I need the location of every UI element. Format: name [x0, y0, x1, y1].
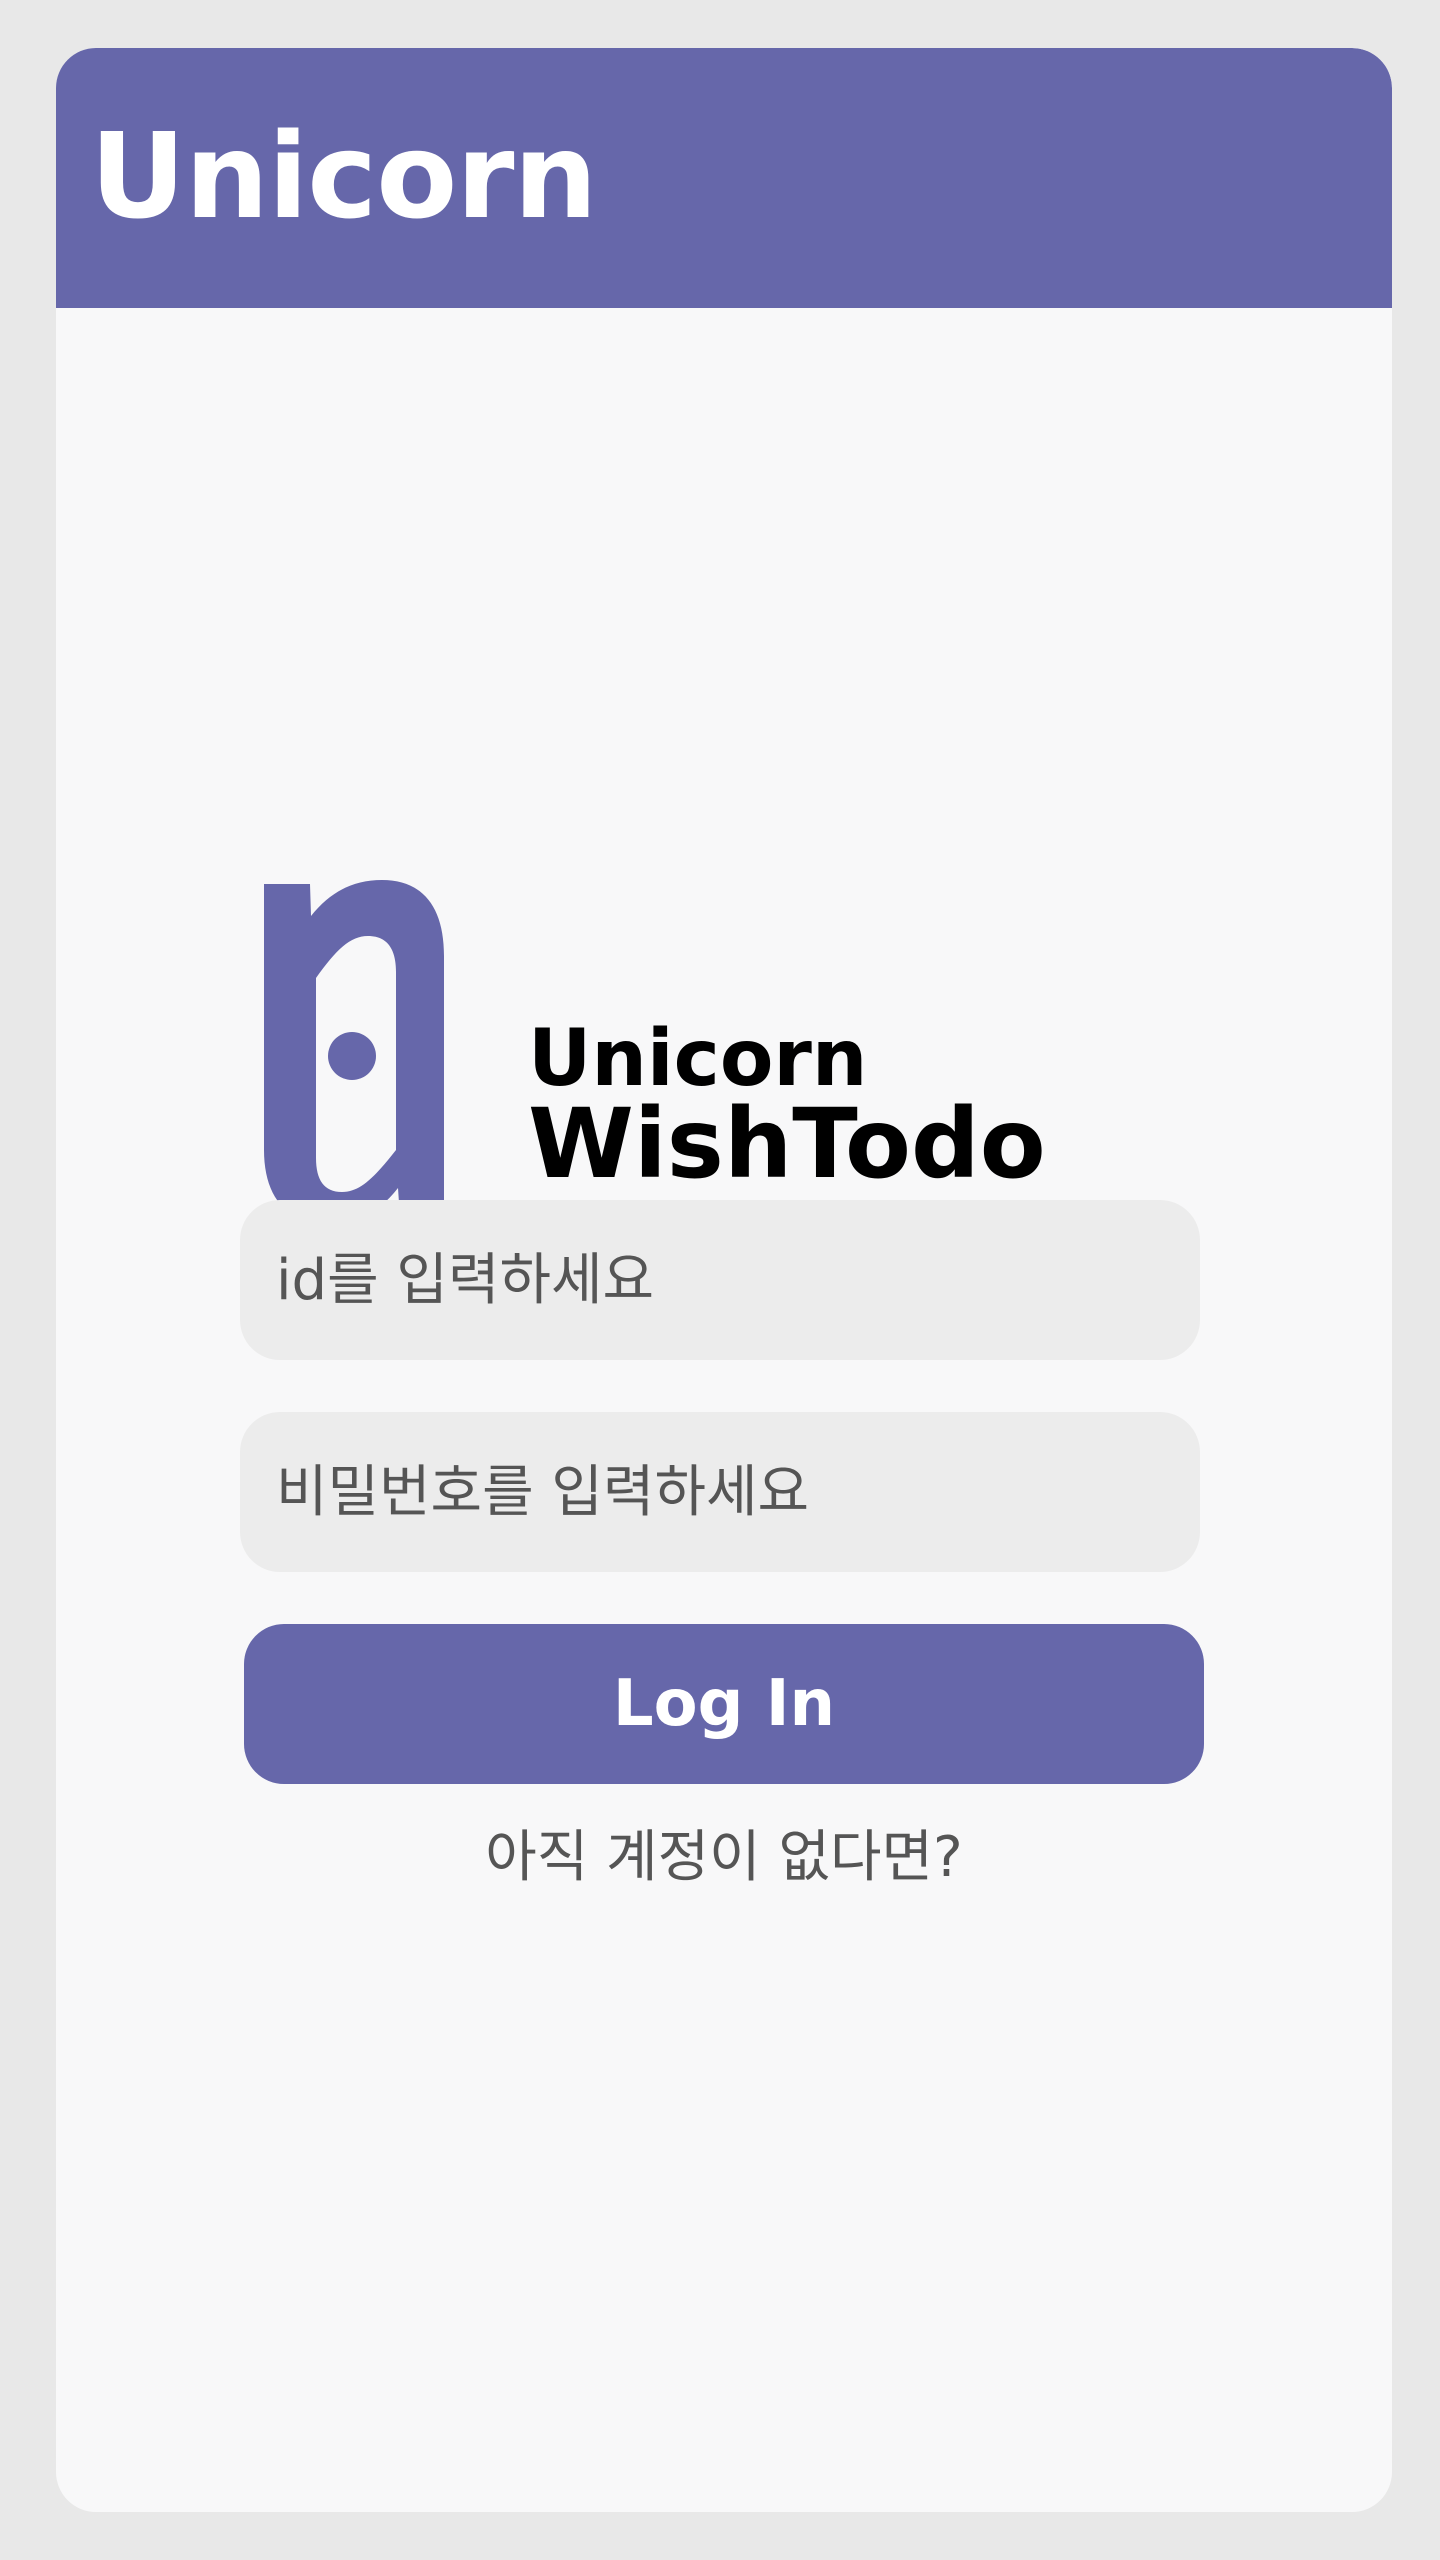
id-field-container: [240, 1200, 1200, 1360]
login-button[interactable]: Log In: [244, 1624, 1204, 1784]
app-header: Unicorn: [56, 48, 1392, 308]
id-input[interactable]: [274, 1246, 1166, 1314]
logo-wordmark: Unicorn WishTodo: [528, 1018, 1046, 1192]
password-input[interactable]: [274, 1458, 1166, 1526]
app-title: Unicorn: [90, 107, 597, 245]
app-logo: Unicorn WishTodo: [258, 878, 1058, 1218]
logo-wordmark-line2: WishTodo: [528, 1088, 1046, 1200]
signup-link[interactable]: 아직 계정이 없다면?: [56, 1818, 1392, 1898]
password-field-container: [240, 1412, 1200, 1572]
unicorn-logo-icon: [264, 880, 444, 1218]
device-frame: Unicorn Unicorn WishTodo Log In 아직 계정이 없…: [0, 0, 1440, 2560]
app-screen: Unicorn Unicorn WishTodo Log In 아직 계정이 없…: [56, 48, 1392, 2512]
